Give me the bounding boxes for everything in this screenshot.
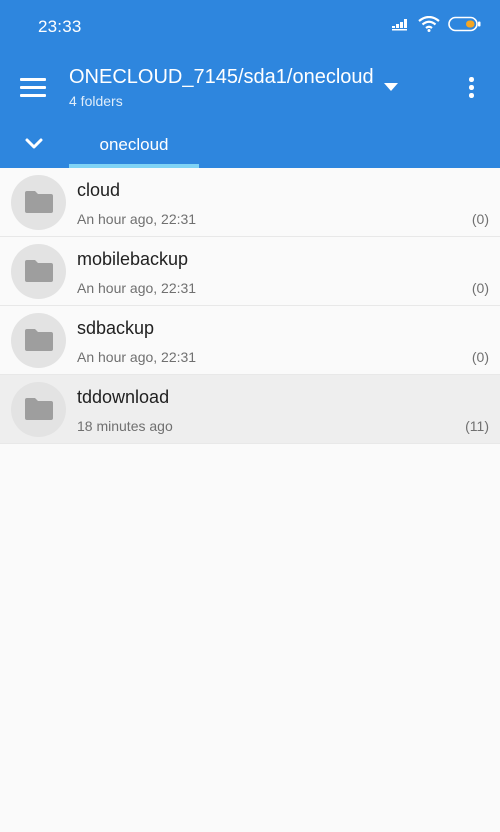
status-bar: 23:33	[0, 0, 500, 52]
wifi-icon	[418, 15, 440, 37]
folder-name: sdbackup	[77, 318, 155, 338]
folder-avatar	[11, 244, 66, 299]
folder-icon	[25, 398, 53, 420]
menu-icon-line	[20, 86, 46, 89]
folder-item-count: (11)	[465, 418, 489, 434]
folder-modified: An hour ago, 22:31	[77, 211, 197, 227]
folder-row-tddownload[interactable]: tddownload 18 minutes ago (11)	[0, 375, 500, 444]
folder-name: tddownload	[77, 387, 170, 407]
path-title[interactable]: ONECLOUD_7145/sda1/onecloud 4 folders	[69, 64, 419, 111]
menu-icon	[20, 78, 46, 81]
folder-list: cloud An hour ago, 22:31 (0) mobilebacku…	[0, 168, 500, 444]
page-title: ONECLOUD_7145/sda1/onecloud	[69, 66, 374, 88]
collapse-button[interactable]	[22, 134, 48, 156]
tab-onecloud[interactable]: onecloud	[69, 122, 199, 168]
app-bar: ONECLOUD_7145/sda1/onecloud 4 folders on…	[0, 52, 500, 168]
folder-item-count: (0)	[471, 211, 489, 227]
tab-label: onecloud	[99, 135, 169, 154]
folder-icon	[25, 329, 53, 351]
tab-row: onecloud	[0, 122, 500, 168]
menu-icon-line	[20, 94, 46, 97]
folder-modified: 18 minutes ago	[77, 418, 173, 434]
folder-modified: An hour ago, 22:31	[77, 349, 197, 365]
folder-count: 4 folders	[69, 93, 123, 109]
folder-avatar	[11, 175, 66, 230]
folder-modified: An hour ago, 22:31	[77, 280, 197, 296]
folder-item-count: (0)	[471, 349, 489, 365]
folder-name: cloud	[77, 180, 121, 200]
dropdown-caret-icon[interactable]	[384, 83, 398, 91]
folder-row-sdbackup[interactable]: sdbackup An hour ago, 22:31 (0)	[0, 306, 500, 375]
folder-row-cloud[interactable]: cloud An hour ago, 22:31 (0)	[0, 168, 500, 237]
folder-avatar	[11, 382, 66, 437]
folder-icon	[25, 191, 53, 213]
status-time: 23:33	[38, 17, 82, 36]
overflow-menu-button[interactable]	[462, 75, 480, 101]
more-vert-icon-dot	[469, 93, 474, 98]
folder-name: mobilebackup	[77, 249, 189, 269]
folder-icon	[25, 260, 53, 282]
more-vert-icon-dot	[469, 85, 474, 90]
folder-item-count: (0)	[471, 280, 489, 296]
folder-row-mobilebackup[interactable]: mobilebackup An hour ago, 22:31 (0)	[0, 237, 500, 306]
battery-icon	[448, 16, 482, 37]
status-icons	[392, 15, 482, 37]
menu-button[interactable]	[20, 78, 48, 100]
folder-avatar	[11, 313, 66, 368]
more-vert-icon	[469, 77, 474, 82]
signal-icon	[392, 17, 410, 36]
chevron-down-icon	[25, 138, 43, 149]
